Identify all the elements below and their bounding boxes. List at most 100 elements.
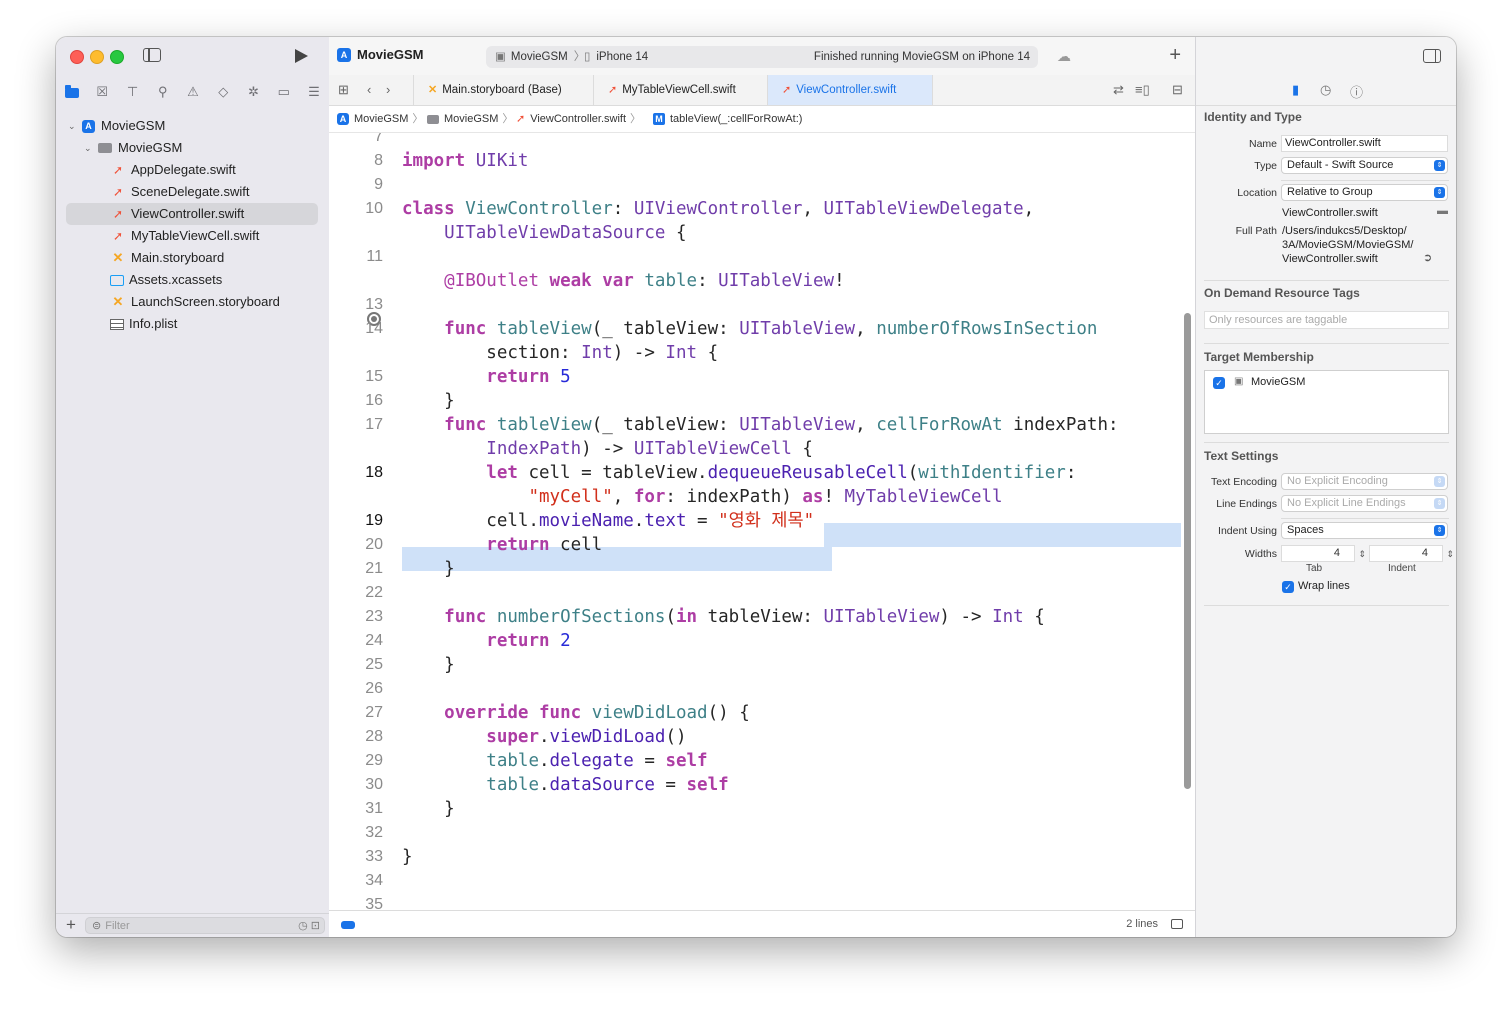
jumpbar-project[interactable]: A MovieGSM 〉 bbox=[337, 106, 427, 132]
indent-width-stepper[interactable]: 4 ⇕ bbox=[1369, 545, 1454, 562]
location-popup[interactable]: Relative to Group ⇕ bbox=[1281, 184, 1448, 201]
code-line[interactable]: 35 bbox=[329, 893, 1179, 910]
line-number[interactable]: 27 bbox=[329, 701, 383, 725]
code-line[interactable]: 17 func tableView(_ tableView: UITableVi… bbox=[329, 413, 1179, 437]
indent-using-popup[interactable]: Spaces ⇕ bbox=[1281, 522, 1448, 539]
line-number[interactable]: 35 bbox=[329, 893, 383, 910]
symbol-navigator-icon[interactable]: ⊤ bbox=[125, 83, 141, 99]
editor-scrollbar[interactable] bbox=[1184, 313, 1191, 789]
code-line[interactable]: 31 } bbox=[329, 797, 1179, 821]
line-number[interactable]: 28 bbox=[329, 725, 383, 749]
line-number[interactable]: 10 bbox=[329, 197, 383, 221]
zoom-window-button[interactable] bbox=[110, 50, 124, 64]
tree-item-launchscreen[interactable]: ✕ LaunchScreen.storyboard bbox=[110, 291, 280, 313]
line-number[interactable]: 26 bbox=[329, 677, 383, 701]
tree-item-appdelegate[interactable]: ➚ AppDelegate.swift bbox=[110, 159, 236, 181]
code-line[interactable]: 9 bbox=[329, 173, 1179, 197]
scheme-selector[interactable]: ▣ MovieGSM 〉 bbox=[495, 46, 585, 68]
code-line[interactable]: 33} bbox=[329, 845, 1179, 869]
line-number[interactable]: 20 bbox=[329, 533, 383, 557]
line-number[interactable]: 9 bbox=[329, 173, 383, 197]
line-number[interactable]: 8 bbox=[329, 149, 383, 173]
source-control-navigator-icon[interactable]: ☒ bbox=[94, 83, 110, 99]
report-navigator-icon[interactable]: ☰ bbox=[306, 83, 322, 99]
line-number[interactable]: 17 bbox=[329, 413, 383, 437]
code-line[interactable]: 11 bbox=[329, 245, 1179, 269]
tree-item-project[interactable]: ⌄ A MovieGSM bbox=[68, 115, 165, 137]
line-endings-popup[interactable]: No Explicit Line Endings ⇕ bbox=[1281, 495, 1448, 512]
code-line[interactable]: 34 bbox=[329, 869, 1179, 893]
project-navigator-folder-icon[interactable] bbox=[64, 83, 80, 99]
inspector-toggle-icon[interactable] bbox=[1423, 49, 1441, 63]
filter-options-icon[interactable]: ⊜ bbox=[92, 918, 101, 935]
line-number[interactable]: 29 bbox=[329, 749, 383, 773]
line-number[interactable]: 24 bbox=[329, 629, 383, 653]
line-number[interactable]: 21 bbox=[329, 557, 383, 581]
line-number[interactable]: 30 bbox=[329, 773, 383, 797]
cloud-icon[interactable]: ☁ bbox=[1057, 48, 1071, 65]
checkbox-checked-icon[interactable]: ✓ bbox=[1213, 377, 1225, 389]
line-number[interactable]: 34 bbox=[329, 869, 383, 893]
folder-reveal-icon[interactable]: ▬ bbox=[1437, 205, 1448, 217]
code-line[interactable]: "myCell", for: indexPath) as! MyTableVie… bbox=[329, 485, 1179, 509]
line-number[interactable]: 16 bbox=[329, 389, 383, 413]
file-inspector-doc-icon[interactable]: ▮ bbox=[1292, 82, 1299, 98]
minimize-window-button[interactable] bbox=[90, 50, 104, 64]
tree-item-folder[interactable]: ⌄ MovieGSM bbox=[84, 137, 182, 159]
jumpbar-method[interactable]: MtableView(_:cellForRowAt:) bbox=[653, 106, 802, 132]
source-editor[interactable]: 7 8 import UIKit 9 10 class ViewController: U… bbox=[329, 133, 1195, 910]
line-number[interactable]: 23 bbox=[329, 605, 383, 629]
jumpbar-group[interactable]: MovieGSM 〉 bbox=[427, 106, 517, 132]
device-selector[interactable]: ▯ iPhone 14 bbox=[584, 46, 648, 68]
code-line[interactable]: 14 func tableView(_ tableView: UITableVi… bbox=[329, 317, 1179, 341]
line-number[interactable]: 22 bbox=[329, 581, 383, 605]
line-number[interactable]: 14 bbox=[329, 317, 383, 341]
tab-main-storyboard[interactable]: ✕ Main.storyboard (Base) bbox=[413, 75, 593, 105]
tree-item-infoplist[interactable]: Info.plist bbox=[110, 313, 177, 335]
stepper-arrows-icon[interactable]: ⇕ bbox=[1446, 547, 1454, 562]
find-navigator-icon[interactable]: ⚲ bbox=[155, 83, 171, 99]
code-line[interactable]: @IBOutlet weak var table: UITableView! bbox=[329, 269, 1179, 293]
filter-input[interactable]: ⊜ Filter ◷ ⊡ bbox=[85, 917, 325, 934]
chevron-down-icon[interactable]: ⌄ bbox=[84, 137, 94, 159]
code-line[interactable]: 20 return cell bbox=[329, 533, 1179, 557]
code-line[interactable]: 26 bbox=[329, 677, 1179, 701]
line-number[interactable]: 7 bbox=[329, 133, 383, 149]
type-popup[interactable]: Default - Swift Source ⇕ bbox=[1281, 157, 1448, 174]
wrap-lines-checkbox[interactable]: ✓ bbox=[1282, 581, 1294, 593]
editor-options-icon[interactable]: ≡▯ bbox=[1135, 82, 1150, 98]
line-number[interactable]: 15 bbox=[329, 365, 383, 389]
debug-navigator-icon[interactable]: ✲ bbox=[246, 83, 262, 99]
run-icon[interactable] bbox=[295, 49, 308, 63]
line-number[interactable]: 13 bbox=[329, 293, 383, 317]
code-line[interactable]: 13 bbox=[329, 293, 1179, 317]
jumpbar-file[interactable]: ➚ ViewController.swift 〉 bbox=[516, 106, 645, 132]
tree-item-main-storyboard[interactable]: ✕ Main.storyboard bbox=[110, 247, 225, 269]
code-line[interactable]: 16 } bbox=[329, 389, 1179, 413]
test-navigator-icon[interactable]: ◇ bbox=[215, 83, 231, 99]
code-line[interactable]: 24 return 2 bbox=[329, 629, 1179, 653]
tags-field[interactable]: Only resources are taggable bbox=[1204, 311, 1449, 329]
code-line[interactable]: section: Int) -> Int { bbox=[329, 341, 1179, 365]
tree-item-viewcontroller[interactable]: ➚ ViewController.swift bbox=[66, 203, 318, 225]
close-window-button[interactable] bbox=[70, 50, 84, 64]
code-line[interactable]: 30 table.dataSource = self bbox=[329, 773, 1179, 797]
back-chevron-icon[interactable]: ‹ bbox=[367, 82, 371, 97]
tree-item-scenedelegate[interactable]: ➚ SceneDelegate.swift bbox=[110, 181, 250, 203]
code-line[interactable]: 28 super.viewDidLoad() bbox=[329, 725, 1179, 749]
code-line[interactable]: UITableViewDataSource { bbox=[329, 221, 1179, 245]
add-file-plus-icon[interactable]: + bbox=[66, 915, 76, 935]
line-number[interactable]: 25 bbox=[329, 653, 383, 677]
code-line[interactable]: 8 import UIKit bbox=[329, 149, 1179, 173]
line-number[interactable]: 33 bbox=[329, 845, 383, 869]
recent-files-clock-icon[interactable]: ◷ ⊡ bbox=[298, 918, 320, 935]
forward-chevron-icon[interactable]: › bbox=[386, 82, 390, 97]
chevron-down-icon[interactable]: ⌄ bbox=[68, 115, 78, 137]
code-line[interactable]: 15 return 5 bbox=[329, 365, 1179, 389]
tree-item-assets[interactable]: Assets.xcassets bbox=[110, 269, 222, 291]
code-line[interactable]: 29 table.delegate = self bbox=[329, 749, 1179, 773]
panel-toggle-icon[interactable] bbox=[1171, 919, 1183, 929]
code-line[interactable]: IndexPath) -> UITableViewCell { bbox=[329, 437, 1179, 461]
scheme-activity-view[interactable]: ▣ MovieGSM 〉 ▯ iPhone 14 Finished running M… bbox=[486, 46, 1038, 68]
code-line[interactable]: 10 class ViewController: UIViewController… bbox=[329, 197, 1179, 221]
